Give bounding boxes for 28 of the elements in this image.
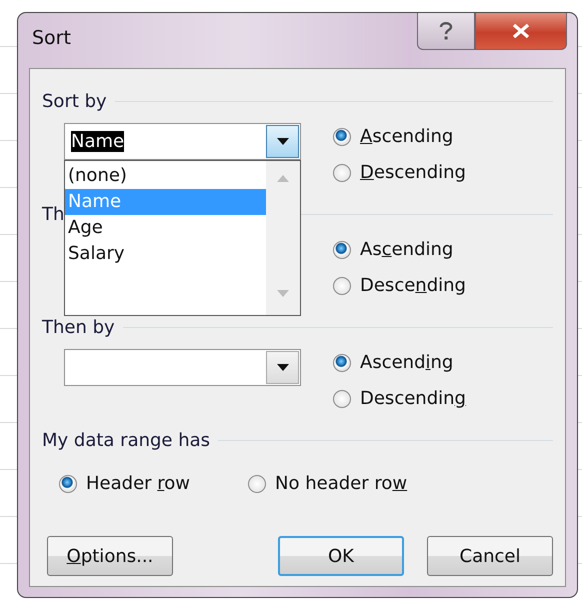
sort-column-combo[interactable]: Name — [64, 123, 301, 160]
sort-order-radio[interactable]: Descending — [333, 273, 466, 298]
section-label: Sort by — [42, 90, 107, 112]
close-button[interactable] — [475, 13, 567, 50]
dialog-button[interactable]: Options... — [47, 536, 173, 576]
window-title: Sort — [32, 27, 71, 49]
dialog-button[interactable]: OK — [278, 536, 404, 576]
sort-order-radio[interactable]: Ascending — [333, 350, 466, 375]
caret-icon — [276, 364, 288, 371]
help-icon — [439, 21, 453, 41]
sort-order-radio[interactable]: Ascending — [333, 124, 466, 149]
close-icon — [511, 23, 531, 39]
caret-icon — [276, 138, 288, 145]
header-radio[interactable]: Header row — [59, 471, 190, 496]
sort-order-radio[interactable]: Descending — [333, 386, 466, 411]
section-label: Th — [42, 204, 64, 224]
list-item[interactable]: (none) — [65, 163, 266, 189]
list-item[interactable]: Salary — [65, 241, 266, 267]
dropdown-button[interactable] — [266, 125, 299, 158]
sort-order-radio[interactable]: Descending — [333, 160, 466, 185]
dialog-button[interactable]: Cancel — [427, 536, 553, 576]
section-label: My data range has — [42, 430, 210, 450]
list-item[interactable]: Age — [65, 215, 266, 241]
dropdown-button[interactable] — [266, 351, 299, 384]
header-radio[interactable]: No header row — [248, 471, 408, 496]
help-button[interactable] — [417, 13, 475, 50]
sort-order-radio[interactable]: Ascending — [333, 237, 466, 262]
section-label: Then by — [42, 316, 115, 338]
